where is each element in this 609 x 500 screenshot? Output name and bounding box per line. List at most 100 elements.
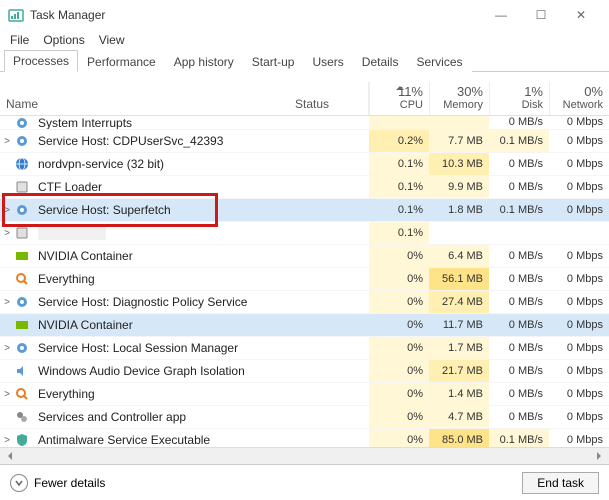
process-row[interactable]: >Service Host: Superfetch0.1%1.8 MB0.1 M… [0, 199, 609, 222]
process-row[interactable]: NVIDIA Container0%6.4 MB0 MB/s0 Mbps [0, 245, 609, 268]
process-row[interactable]: NVIDIA Container0%11.7 MB0 MB/s0 Mbps [0, 314, 609, 337]
tab-processes[interactable]: Processes [4, 50, 78, 72]
search-orange-icon [14, 386, 30, 402]
titlebar: Task Manager — ☐ ✕ [0, 0, 609, 30]
expand-icon[interactable]: > [0, 343, 14, 354]
cpu-cell: 0% [369, 245, 429, 267]
footer: Fewer details End task [0, 464, 609, 500]
process-row[interactable]: >Everything0%1.4 MB0 MB/s0 Mbps [0, 383, 609, 406]
memory-usage-pct: 30% [457, 84, 483, 99]
expand-icon[interactable]: > [0, 389, 14, 400]
process-name: CTF Loader [36, 180, 289, 194]
network-cell: 0 Mbps [549, 153, 609, 175]
fewer-details-icon[interactable] [10, 474, 28, 492]
process-row[interactable]: Everything0%56.1 MB0 MB/s0 Mbps [0, 268, 609, 291]
tab-performance[interactable]: Performance [78, 51, 165, 72]
memory-cell: 11.7 MB [429, 314, 489, 336]
globe-icon [14, 156, 30, 172]
column-disk[interactable]: 1% Disk [489, 82, 549, 115]
process-name: Windows Audio Device Graph Isolation [36, 364, 289, 378]
tab-startup[interactable]: Start-up [243, 51, 304, 72]
process-row[interactable]: CTF Loader0.1%9.9 MB0 MB/s0 Mbps [0, 176, 609, 199]
network-cell: 0 Mbps [549, 429, 609, 447]
process-name: Service Host: CDPUserSvc_42393 [36, 134, 289, 148]
process-list: System Interrupts0 MB/s0 Mbps>Service Ho… [0, 116, 609, 447]
disk-cell: 0 MB/s [489, 268, 549, 290]
cpu-cell: 0% [369, 429, 429, 447]
process-name: System Interrupts [36, 116, 289, 130]
memory-cell: 10.3 MB [429, 153, 489, 175]
process-row[interactable]: >Antimalware Service Executable0%85.0 MB… [0, 429, 609, 447]
menubar: File Options View [0, 30, 609, 50]
expand-icon[interactable]: > [0, 205, 14, 216]
column-status[interactable]: Status [289, 82, 369, 115]
network-cell: 0 Mbps [549, 176, 609, 198]
tab-details[interactable]: Details [353, 51, 408, 72]
process-row[interactable]: Services and Controller app0%4.7 MB0 MB/… [0, 406, 609, 429]
app-icon [8, 7, 24, 23]
expand-icon[interactable]: > [0, 297, 14, 308]
column-name[interactable]: Name [0, 82, 289, 115]
fewer-details-label[interactable]: Fewer details [34, 476, 105, 490]
column-network[interactable]: 0% Network [549, 82, 609, 115]
cpu-cell [369, 116, 429, 129]
maximize-button[interactable]: ☐ [521, 0, 561, 30]
network-cell: 0 Mbps [549, 116, 609, 129]
process-row[interactable]: Windows Audio Device Graph Isolation0%21… [0, 360, 609, 383]
network-cell: 0 Mbps [549, 130, 609, 152]
cpu-cell: 0% [369, 360, 429, 382]
network-cell: 0 Mbps [549, 383, 609, 405]
process-name: NVIDIA Container [36, 249, 289, 263]
memory-cell: 1.4 MB [429, 383, 489, 405]
process-name: Everything [36, 272, 289, 286]
horizontal-scrollbar[interactable] [0, 447, 609, 464]
tab-app-history[interactable]: App history [165, 51, 243, 72]
cpu-cell: 0% [369, 406, 429, 428]
gears-icon [14, 409, 30, 425]
process-row[interactable]: >████████0.1% [0, 222, 609, 245]
disk-cell: 0 MB/s [489, 360, 549, 382]
memory-label: Memory [443, 99, 483, 111]
tab-services[interactable]: Services [407, 51, 471, 72]
disk-cell: 0 MB/s [489, 153, 549, 175]
minimize-button[interactable]: — [481, 0, 521, 30]
shield-icon [14, 432, 30, 447]
network-cell: 0 Mbps [549, 245, 609, 267]
menu-file[interactable]: File [10, 33, 29, 47]
gear-blue-icon [14, 294, 30, 310]
network-cell: 0 Mbps [549, 406, 609, 428]
end-task-button[interactable]: End task [522, 472, 599, 494]
network-cell: 0 Mbps [549, 291, 609, 313]
close-button[interactable]: ✕ [561, 0, 601, 30]
expand-icon[interactable]: > [0, 136, 14, 147]
memory-cell: 27.4 MB [429, 291, 489, 313]
process-name: Service Host: Superfetch [36, 203, 289, 217]
process-name: NVIDIA Container [36, 318, 289, 332]
expand-icon[interactable]: > [0, 228, 14, 239]
disk-cell: 0 MB/s [489, 337, 549, 359]
expand-icon[interactable]: > [0, 435, 14, 446]
disk-cell: 0 MB/s [489, 116, 549, 129]
menu-options[interactable]: Options [43, 33, 84, 47]
cpu-cell: 0.1% [369, 199, 429, 221]
network-cell: 0 Mbps [549, 314, 609, 336]
memory-cell: 1.7 MB [429, 337, 489, 359]
memory-cell: 56.1 MB [429, 268, 489, 290]
process-row[interactable]: System Interrupts 0 MB/s0 Mbps [0, 116, 609, 130]
process-name: Antimalware Service Executable [36, 433, 289, 447]
process-row[interactable]: >Service Host: CDPUserSvc_423930.2%7.7 M… [0, 130, 609, 153]
menu-view[interactable]: View [99, 33, 125, 47]
cpu-cell: 0% [369, 337, 429, 359]
network-label: Network [563, 99, 603, 111]
process-row[interactable]: nordvpn-service (32 bit)0.1%10.3 MB0 MB/… [0, 153, 609, 176]
disk-cell: 0 MB/s [489, 383, 549, 405]
tabbar: Processes Performance App history Start-… [0, 50, 609, 72]
column-cpu[interactable]: 11% CPU [369, 82, 429, 115]
memory-cell: 1.8 MB [429, 199, 489, 221]
tab-users[interactable]: Users [303, 51, 352, 72]
speaker-icon [14, 363, 30, 379]
process-row[interactable]: >Service Host: Diagnostic Policy Service… [0, 291, 609, 314]
process-row[interactable]: >Service Host: Local Session Manager0%1.… [0, 337, 609, 360]
gear-blue-icon [14, 202, 30, 218]
column-memory[interactable]: 30% Memory [429, 82, 489, 115]
